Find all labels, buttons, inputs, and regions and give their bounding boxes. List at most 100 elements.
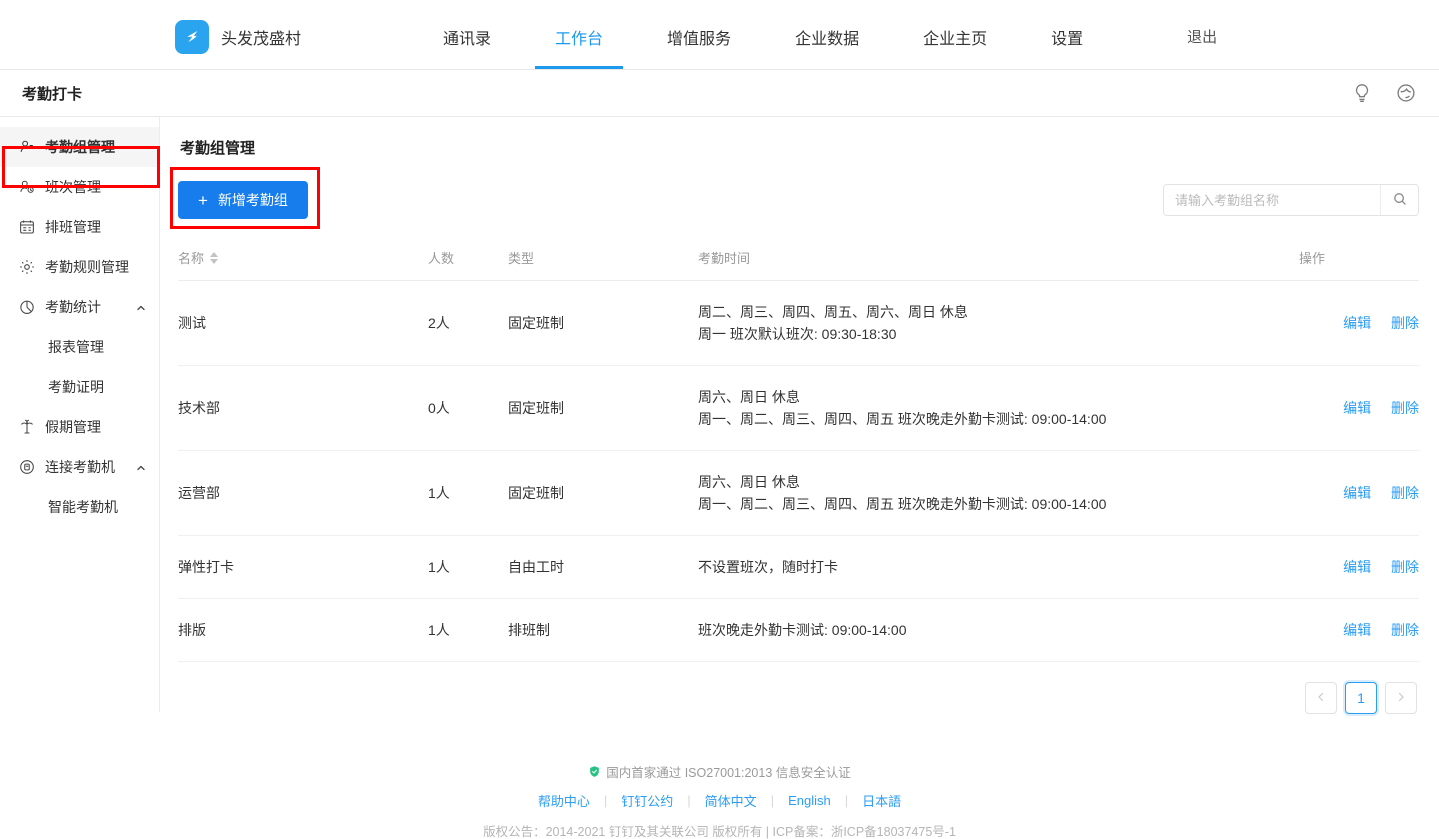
sidebar-subitem-report-management[interactable]: 报表管理 <box>0 327 159 367</box>
cell-type: 固定班制 <box>508 366 698 451</box>
pagination-prev-button[interactable] <box>1305 682 1337 714</box>
column-header-time: 考勤时间 <box>698 238 1299 281</box>
delete-link[interactable]: 删除 <box>1391 400 1419 416</box>
page-title-bar: 考勤打卡 <box>0 70 1439 117</box>
table-row: 排版 1人 排班制 班次晚走外勤卡测试: 09:00-14:00 编辑 删除 <box>178 599 1419 662</box>
column-header-count: 人数 <box>428 238 508 281</box>
footer-links: 帮助中心 | 钉钉公约 | 简体中文 | English | 日本語 <box>0 791 1439 810</box>
nav-tab-enterprise-homepage[interactable]: 企业主页 <box>891 0 1019 69</box>
cell-time: 周六、周日 休息 周一、周二、周三、周四、周五 班次晚走外勤卡测试: 09:00… <box>698 366 1299 451</box>
sidebar-subitem-smart-attendance-machine[interactable]: 智能考勤机 <box>0 487 159 527</box>
sidebar-subitem-attendance-certificate[interactable]: 考勤证明 <box>0 367 159 407</box>
cell-name: 排版 <box>178 599 428 662</box>
cell-count: 2人 <box>428 281 508 366</box>
column-header-name[interactable]: 名称 <box>178 238 428 281</box>
certification-line: 国内首家通过 ISO27001:2013 信息安全认证 <box>0 762 1439 781</box>
cell-type: 固定班制 <box>508 281 698 366</box>
headset-icon[interactable] <box>1395 82 1417 104</box>
cell-time: 不设置班次，随时打卡 <box>698 536 1299 599</box>
edit-link[interactable]: 编辑 <box>1343 559 1371 575</box>
time-line: 周一、周二、周三、周四、周五 班次晚走外勤卡测试: 09:00-14:00 <box>698 408 1299 430</box>
cell-count: 0人 <box>428 366 508 451</box>
calendar-list-icon <box>18 218 36 236</box>
nav-logout-button[interactable]: 退出 <box>1155 0 1249 69</box>
pagination-page-1[interactable]: 1 <box>1345 682 1377 714</box>
search-button[interactable] <box>1380 185 1418 215</box>
copyright-text: 版权公告：2014-2021 钉钉及其关联公司 版权所有 | ICP备案：浙IC… <box>0 821 1439 839</box>
time-line: 班次晚走外勤卡测试: 09:00-14:00 <box>698 619 1299 641</box>
time-line: 周一 班次默认班次: 09:30-18:30 <box>698 323 1299 345</box>
sidebar-item-attendance-statistics[interactable]: 考勤统计 <box>0 287 159 327</box>
delete-link[interactable]: 删除 <box>1391 485 1419 501</box>
footer-link-japanese[interactable]: 日本語 <box>862 791 901 810</box>
nav-tab-enterprise-data[interactable]: 企业数据 <box>763 0 891 69</box>
user-clock-icon <box>18 178 36 196</box>
chevron-up-icon[interactable] <box>135 301 147 313</box>
pagination-next-button[interactable] <box>1385 682 1417 714</box>
table-header-row: 名称 人数 类型 考勤时间 操作 <box>178 238 1419 281</box>
edit-link[interactable]: 编辑 <box>1343 400 1371 416</box>
pie-chart-icon <box>18 298 36 316</box>
pagination: 1 <box>178 682 1419 714</box>
bulb-icon[interactable] <box>1351 82 1373 104</box>
time-line: 不设置班次，随时打卡 <box>698 556 1299 578</box>
cell-type: 自由工时 <box>508 536 698 599</box>
table-row: 运营部 1人 固定班制 周六、周日 休息 周一、周二、周三、周四、周五 班次晚走… <box>178 451 1419 536</box>
sidebar-item-label: 考勤统计 <box>45 297 101 317</box>
search-icon <box>1392 191 1408 210</box>
cell-operations: 编辑 删除 <box>1299 281 1419 366</box>
cell-count: 1人 <box>428 599 508 662</box>
cell-count: 1人 <box>428 451 508 536</box>
chevron-up-icon[interactable] <box>135 461 147 473</box>
table-row: 技术部 0人 固定班制 周六、周日 休息 周一、周二、周三、周四、周五 班次晚走… <box>178 366 1419 451</box>
sidebar-item-attendance-group[interactable]: 考勤组管理 <box>0 127 159 167</box>
page-root: 头发茂盛村 通讯录 工作台 增值服务 企业数据 企业主页 设置 退出 考勤打卡 <box>0 0 1439 839</box>
device-circle-icon <box>18 458 36 476</box>
brand-logo-area[interactable]: 头发茂盛村 <box>175 0 301 69</box>
palm-tree-icon <box>18 418 36 436</box>
cell-time: 班次晚走外勤卡测试: 09:00-14:00 <box>698 599 1299 662</box>
footer-link-simplified-chinese[interactable]: 简体中文 <box>705 791 757 810</box>
sidebar-item-label: 考勤组管理 <box>45 137 115 157</box>
edit-link[interactable]: 编辑 <box>1343 485 1371 501</box>
add-attendance-group-button[interactable]: + 新增考勤组 <box>178 181 308 219</box>
cell-count: 1人 <box>428 536 508 599</box>
sidebar-item-label: 考勤规则管理 <box>45 257 129 277</box>
edit-link[interactable]: 编辑 <box>1343 622 1371 638</box>
footer-link-english[interactable]: English <box>788 793 831 808</box>
top-navigation-bar: 头发茂盛村 通讯录 工作台 增值服务 企业数据 企业主页 设置 退出 <box>0 0 1439 70</box>
sidebar-item-shift-management[interactable]: 班次管理 <box>0 167 159 207</box>
delete-link[interactable]: 删除 <box>1391 622 1419 638</box>
sidebar-item-label: 连接考勤机 <box>45 457 115 477</box>
cell-operations: 编辑 删除 <box>1299 599 1419 662</box>
delete-link[interactable]: 删除 <box>1391 559 1419 575</box>
sidebar-item-holiday-management[interactable]: 假期管理 <box>0 407 159 447</box>
footer-link-help-center[interactable]: 帮助中心 <box>538 791 590 810</box>
nav-tab-workbench[interactable]: 工作台 <box>523 0 635 69</box>
cell-name: 运营部 <box>178 451 428 536</box>
time-line: 周二、周三、周四、周五、周六、周日 休息 <box>698 301 1299 323</box>
footer-separator: | <box>845 793 848 808</box>
cell-time: 周六、周日 休息 周一、周二、周三、周四、周五 班次晚走外勤卡测试: 09:00… <box>698 451 1299 536</box>
edit-link[interactable]: 编辑 <box>1343 315 1371 331</box>
delete-link[interactable]: 删除 <box>1391 315 1419 331</box>
nav-tab-value-added-services[interactable]: 增值服务 <box>635 0 763 69</box>
search-input[interactable] <box>1164 185 1380 215</box>
footer-link-dingtalk-convention[interactable]: 钉钉公约 <box>621 791 673 810</box>
chevron-right-icon <box>1395 690 1407 706</box>
cell-type: 固定班制 <box>508 451 698 536</box>
nav-tab-contacts[interactable]: 通讯录 <box>411 0 523 69</box>
main-content: 考勤组管理 + 新增考勤组 <box>160 117 1439 750</box>
sidebar-item-label: 排班管理 <box>45 217 101 237</box>
content-body: 考勤组管理 班次管理 <box>0 117 1439 750</box>
table-header: 名称 人数 类型 考勤时间 操作 <box>178 238 1419 281</box>
nav-tab-settings[interactable]: 设置 <box>1019 0 1115 69</box>
cell-name: 弹性打卡 <box>178 536 428 599</box>
sidebar-item-connect-attendance-machine[interactable]: 连接考勤机 <box>0 447 159 487</box>
sort-arrows-icon[interactable] <box>210 252 218 264</box>
page-footer: 国内首家通过 ISO27001:2013 信息安全认证 帮助中心 | 钉钉公约 … <box>0 750 1439 839</box>
title-bar-icons <box>1351 82 1417 104</box>
gear-icon <box>18 258 36 276</box>
sidebar-item-scheduling[interactable]: 排班管理 <box>0 207 159 247</box>
sidebar-item-attendance-rules[interactable]: 考勤规则管理 <box>0 247 159 287</box>
